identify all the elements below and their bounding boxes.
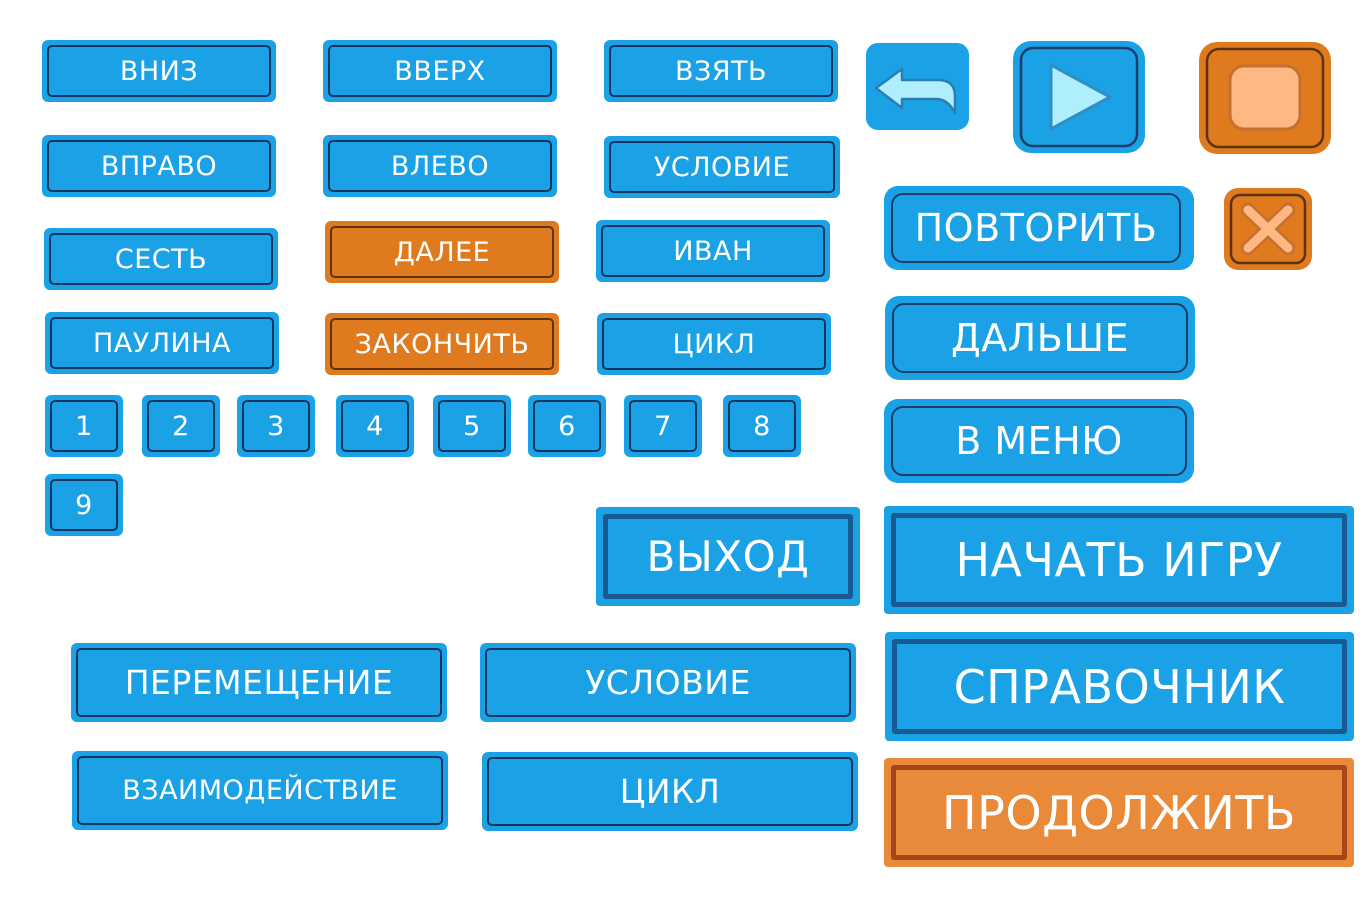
paulina-button-label: ПАУЛИНА bbox=[50, 317, 274, 369]
number-label: 6 bbox=[533, 400, 601, 452]
close-button[interactable] bbox=[1224, 188, 1312, 270]
take-button[interactable]: ВЗЯТЬ bbox=[604, 40, 838, 102]
number-label: 2 bbox=[147, 400, 215, 452]
sit-button[interactable]: СЕСТЬ bbox=[44, 228, 278, 290]
play-icon bbox=[1013, 41, 1145, 153]
loop-button[interactable]: ЦИКЛ bbox=[597, 313, 831, 375]
category-condition-button[interactable]: УСЛОВИЕ bbox=[480, 643, 856, 722]
up-button-label: ВВЕРХ bbox=[328, 45, 552, 97]
left-button-label: ВЛЕВО bbox=[328, 140, 552, 192]
reference-button-label: СПРАВОЧНИК bbox=[892, 639, 1347, 734]
next-button[interactable]: ДАЛЕЕ bbox=[325, 221, 559, 283]
number-button-1[interactable]: 1 bbox=[45, 395, 123, 457]
to-menu-button[interactable]: В МЕНЮ bbox=[884, 399, 1194, 483]
number-label: 3 bbox=[242, 400, 310, 452]
exit-button-label: ВЫХОД bbox=[603, 514, 853, 599]
category-movement-button[interactable]: ПЕРЕМЕЩЕНИЕ bbox=[71, 643, 447, 722]
right-button[interactable]: ВПРАВО bbox=[42, 135, 276, 197]
number-label: 1 bbox=[50, 400, 118, 452]
number-button-9[interactable]: 9 bbox=[45, 474, 123, 536]
button-sprite-sheet: ВНИЗ ВВЕРХ ВЗЯТЬ ВПРАВО ВЛЕВО УСЛОВИЕ СЕ… bbox=[0, 0, 1370, 904]
number-button-6[interactable]: 6 bbox=[528, 395, 606, 457]
category-loop-label: ЦИКЛ bbox=[487, 757, 853, 826]
stop-icon bbox=[1199, 42, 1331, 154]
category-loop-button[interactable]: ЦИКЛ bbox=[482, 752, 858, 831]
finish-button[interactable]: ЗАКОНЧИТЬ bbox=[325, 313, 559, 375]
number-button-4[interactable]: 4 bbox=[336, 395, 414, 457]
down-button-label: ВНИЗ bbox=[47, 45, 271, 97]
start-game-button-label: НАЧАТЬ ИГРУ bbox=[891, 513, 1347, 607]
repeat-button[interactable]: ПОВТОРИТЬ bbox=[884, 186, 1194, 270]
exit-button[interactable]: ВЫХОД bbox=[596, 507, 860, 606]
back-button[interactable] bbox=[866, 43, 969, 130]
category-interaction-label: ВЗАИМОДЕЙСТВИЕ bbox=[77, 756, 443, 825]
number-button-2[interactable]: 2 bbox=[142, 395, 220, 457]
close-icon bbox=[1224, 188, 1312, 270]
number-label: 4 bbox=[341, 400, 409, 452]
number-label: 5 bbox=[438, 400, 506, 452]
ivan-button[interactable]: ИВАН bbox=[596, 220, 830, 282]
ivan-button-label: ИВАН bbox=[601, 225, 825, 277]
finish-button-label: ЗАКОНЧИТЬ bbox=[330, 318, 554, 370]
loop-button-label: ЦИКЛ bbox=[602, 318, 826, 370]
number-button-5[interactable]: 5 bbox=[433, 395, 511, 457]
category-movement-label: ПЕРЕМЕЩЕНИЕ bbox=[76, 648, 442, 717]
next-button-label: ДАЛЕЕ bbox=[330, 226, 554, 278]
continue-button[interactable]: ПРОДОЛЖИТЬ bbox=[884, 758, 1354, 867]
repeat-button-label: ПОВТОРИТЬ bbox=[891, 193, 1181, 263]
play-button[interactable] bbox=[1013, 41, 1145, 153]
paulina-button[interactable]: ПАУЛИНА bbox=[45, 312, 279, 374]
condition-button[interactable]: УСЛОВИЕ bbox=[604, 136, 840, 198]
number-label: 9 bbox=[50, 479, 118, 531]
number-label: 8 bbox=[728, 400, 796, 452]
further-button[interactable]: ДАЛЬШЕ bbox=[885, 296, 1195, 380]
sit-button-label: СЕСТЬ bbox=[49, 233, 273, 285]
number-label: 7 bbox=[629, 400, 697, 452]
up-button[interactable]: ВВЕРХ bbox=[323, 40, 557, 102]
reference-button[interactable]: СПРАВОЧНИК bbox=[885, 632, 1354, 741]
continue-button-label: ПРОДОЛЖИТЬ bbox=[891, 765, 1347, 860]
start-game-button[interactable]: НАЧАТЬ ИГРУ bbox=[884, 506, 1354, 614]
down-button[interactable]: ВНИЗ bbox=[42, 40, 276, 102]
number-button-3[interactable]: 3 bbox=[237, 395, 315, 457]
take-button-label: ВЗЯТЬ bbox=[609, 45, 833, 97]
stop-button[interactable] bbox=[1199, 42, 1331, 154]
right-button-label: ВПРАВО bbox=[47, 140, 271, 192]
left-button[interactable]: ВЛЕВО bbox=[323, 135, 557, 197]
condition-button-label: УСЛОВИЕ bbox=[609, 141, 835, 193]
category-interaction-button[interactable]: ВЗАИМОДЕЙСТВИЕ bbox=[72, 751, 448, 830]
number-button-8[interactable]: 8 bbox=[723, 395, 801, 457]
to-menu-button-label: В МЕНЮ bbox=[891, 406, 1187, 476]
back-arrow-icon bbox=[866, 43, 969, 130]
further-button-label: ДАЛЬШЕ bbox=[892, 303, 1188, 373]
number-button-7[interactable]: 7 bbox=[624, 395, 702, 457]
category-condition-label: УСЛОВИЕ bbox=[485, 648, 851, 717]
